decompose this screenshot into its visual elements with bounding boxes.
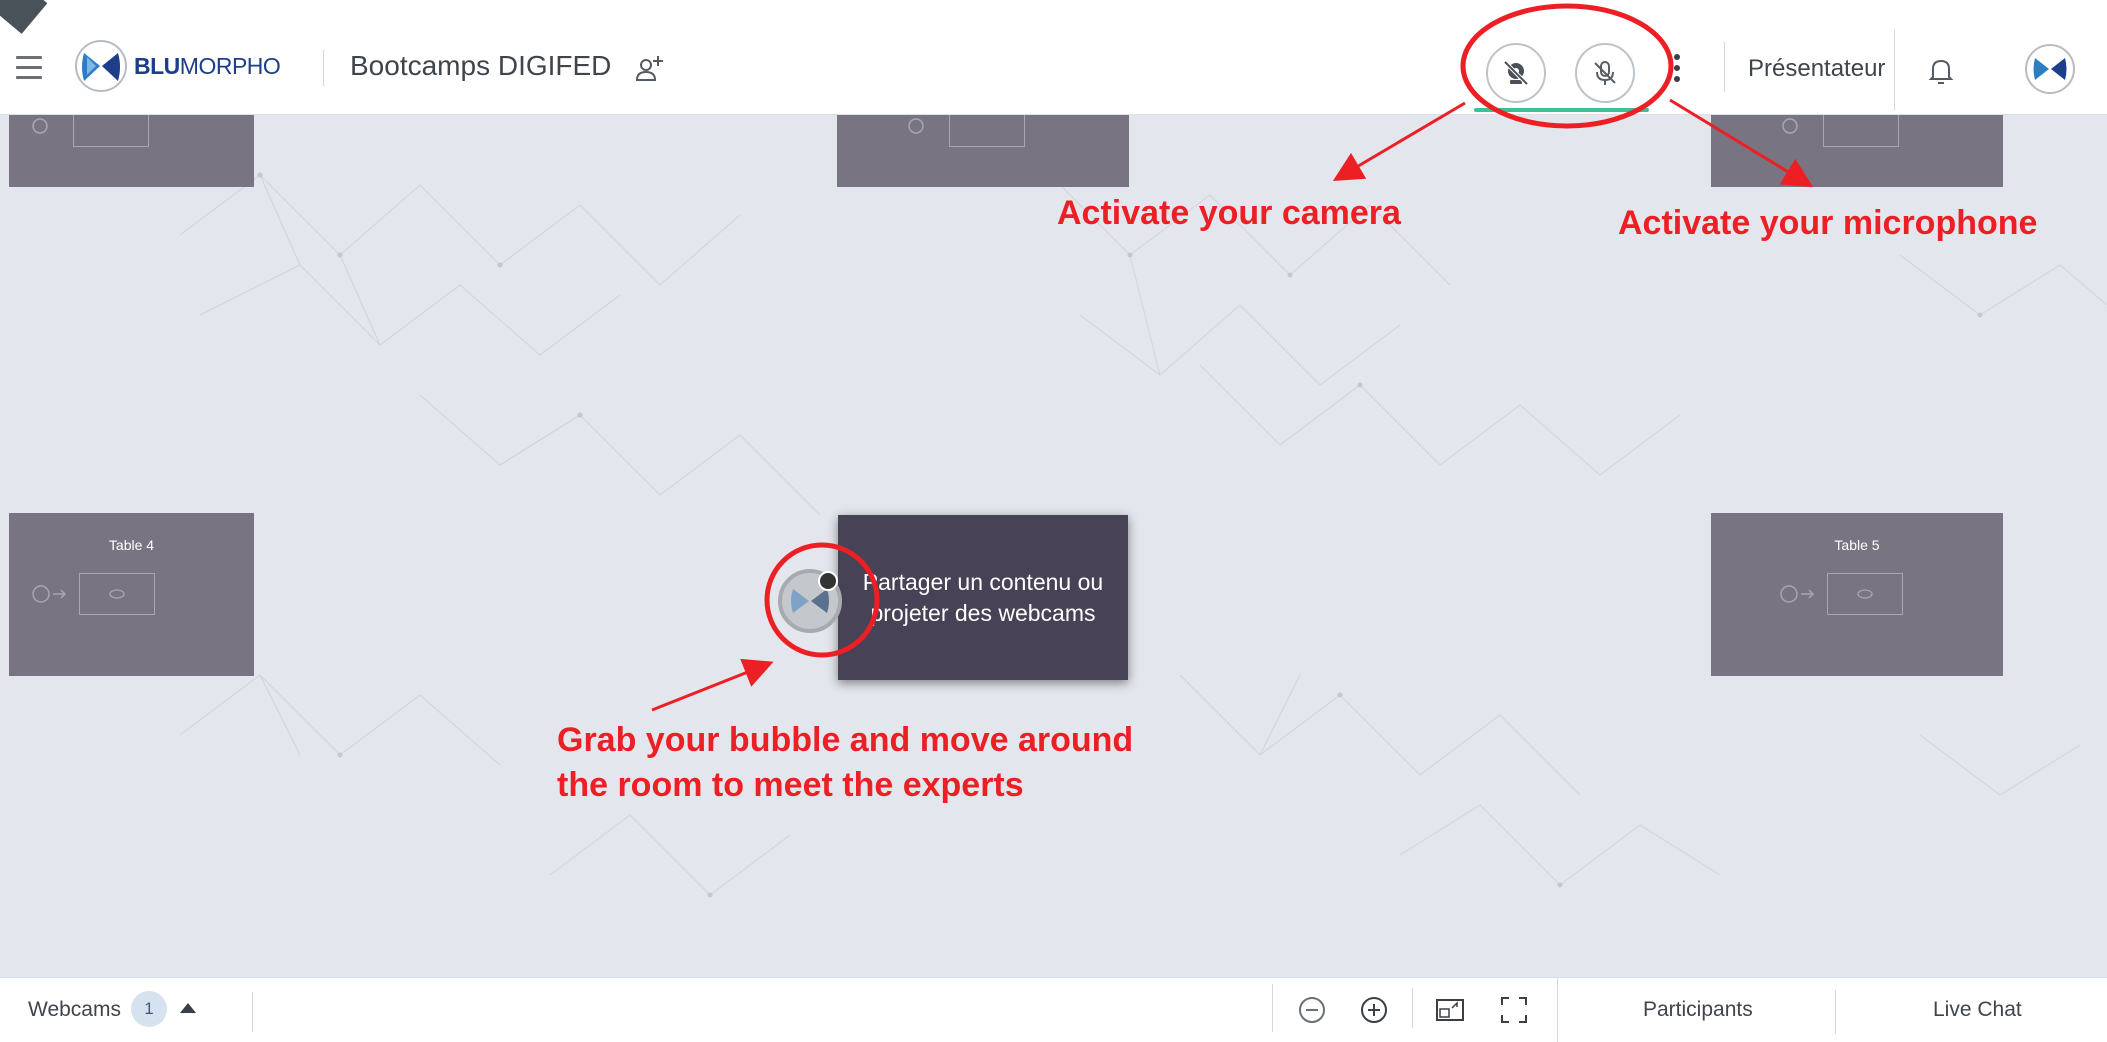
divider [1894, 30, 1895, 110]
annotation-bubble-line2: the room to meet the experts [557, 766, 1024, 804]
divider [1557, 978, 1558, 1042]
join-table-icon [32, 585, 67, 603]
divider [1835, 990, 1836, 1034]
screen-share-icon [73, 115, 149, 147]
table-controls [31, 115, 149, 147]
divider [252, 992, 253, 1032]
zoom-in-icon[interactable] [1352, 988, 1396, 1032]
webcams-toggle[interactable]: Webcams [28, 998, 121, 1022]
role-label[interactable]: Présentateur [1748, 55, 1885, 83]
event-title: Bootcamps DIGIFED [350, 50, 612, 81]
add-user-icon[interactable] [634, 54, 666, 91]
annotation-bubble-line1: Grab your bubble and move around [557, 721, 1134, 759]
table-card-5[interactable]: Table 5 [1711, 513, 2003, 676]
kebab-menu-icon[interactable] [1674, 54, 1680, 87]
logo-text-bold: BLU [134, 52, 180, 79]
caret-up-icon[interactable] [180, 1003, 196, 1013]
join-table-icon [908, 118, 924, 134]
join-table-icon [32, 118, 48, 134]
camera-toggle-button[interactable] [1486, 43, 1546, 103]
divider [323, 50, 324, 86]
user-avatar[interactable] [2025, 44, 2075, 94]
share-popover-text: Partager un contenu ou projeter des webc… [862, 568, 1104, 626]
divider [1272, 984, 1273, 1032]
divider [1412, 988, 1413, 1028]
divider [1724, 42, 1725, 92]
tab-participants[interactable]: Participants [1643, 998, 1753, 1022]
tab-live-chat[interactable]: Live Chat [1933, 998, 2022, 1022]
logo-text-rest: MORPHO [179, 52, 281, 79]
mic-off-icon [1594, 61, 1616, 85]
table-label: Table 4 [108, 537, 155, 553]
share-content-popover[interactable]: Partager un contenu ou projeter des webc… [838, 515, 1128, 680]
avatar-logo-icon [2033, 58, 2067, 80]
butterfly-logo-icon [75, 40, 127, 92]
zoom-out-icon[interactable] [1290, 988, 1334, 1032]
fit-screen-icon[interactable] [1428, 988, 1472, 1032]
annotation-microphone: Activate your microphone [1618, 204, 2038, 242]
microphone-toggle-button[interactable] [1575, 43, 1635, 103]
bubble-status-badge [818, 571, 838, 591]
webcams-count-badge: 1 [131, 991, 167, 1027]
table-controls [31, 573, 155, 615]
annotation-camera: Activate your camera [1057, 194, 1401, 232]
table-controls [1781, 115, 1899, 147]
table-card[interactable] [837, 115, 1129, 187]
camera-off-icon [1503, 60, 1529, 86]
screen-share-icon [1827, 573, 1903, 615]
join-table-icon [1780, 585, 1815, 603]
table-card-4[interactable]: Table 4 [9, 513, 254, 676]
hamburger-icon[interactable] [16, 56, 42, 80]
join-table-icon [1782, 118, 1798, 134]
table-controls [1779, 573, 1903, 615]
table-controls [907, 115, 1025, 147]
table-card[interactable] [9, 115, 254, 187]
screen-share-icon [1823, 115, 1899, 147]
screen-share-icon [79, 573, 155, 615]
media-status-bar [1474, 108, 1649, 112]
bell-icon[interactable] [1928, 56, 1954, 91]
top-bar: BLUMORPHO Bootcamps DIGIFED Présentateur [0, 0, 2107, 115]
bottom-bar: Webcams 1 Participants Live Chat [0, 977, 2107, 1042]
table-card[interactable] [1711, 115, 2003, 187]
brand-logo[interactable]: BLUMORPHO [74, 36, 281, 96]
table-label: Table 5 [1834, 537, 1880, 553]
fullscreen-icon[interactable] [1492, 988, 1536, 1032]
app-window: BLUMORPHO Bootcamps DIGIFED Présentateur… [0, 0, 2107, 1042]
corner-decoration [0, 0, 48, 34]
screen-share-icon [949, 115, 1025, 147]
